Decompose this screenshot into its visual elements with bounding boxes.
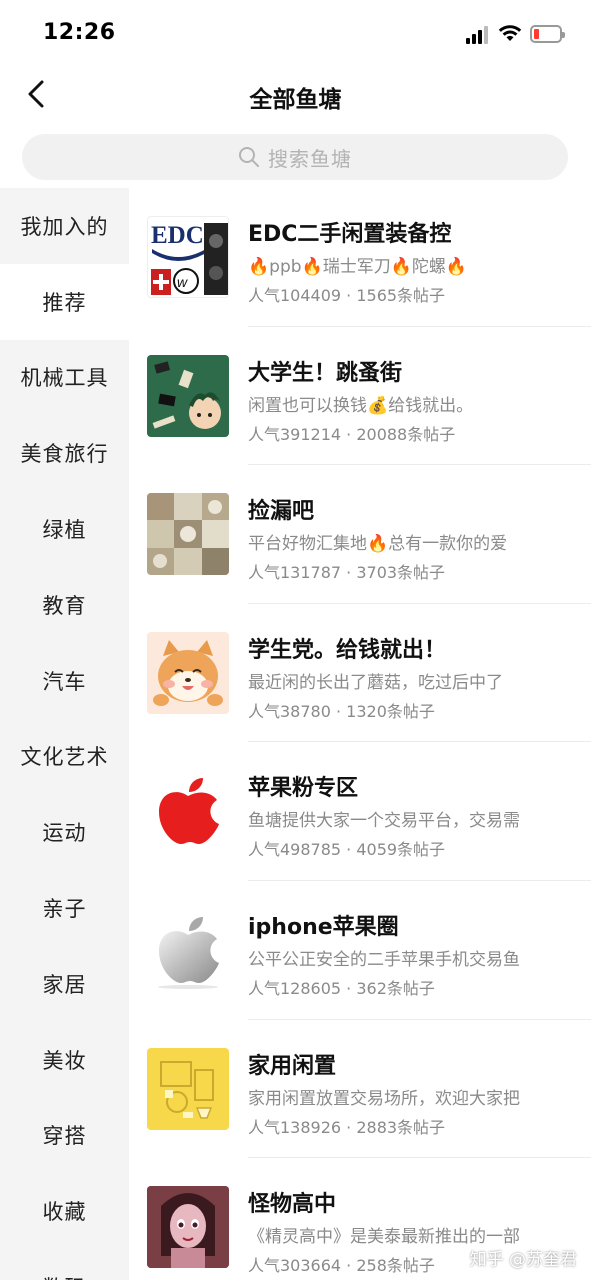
sidebar-item-cars[interactable]: 汽车 xyxy=(0,643,129,719)
pond-description: 家用闲置放置交易场所，欢迎大家把 xyxy=(248,1088,520,1109)
pond-stats: 人气391214 · 20088条帖子 xyxy=(248,424,456,444)
sidebar-item-joined[interactable]: 我加入的 xyxy=(0,188,129,264)
status-bar: 12:26 xyxy=(0,0,591,66)
sidebar-item-food-travel[interactable]: 美食旅行 xyxy=(0,415,129,491)
sidebar-item-mechanical-tools[interactable]: 机械工具 xyxy=(0,340,129,416)
sidebar-item-sports[interactable]: 运动 xyxy=(0,794,129,870)
pond-description: 最近闲的长出了蘑菇，吃过后中了 xyxy=(248,672,503,693)
pond-stats: 人气303664 · 258条帖子 xyxy=(248,1256,435,1276)
sidebar-item-label: 数码 xyxy=(43,1272,87,1280)
pond-stats: 人气128605 · 362条帖子 xyxy=(248,978,435,998)
sidebar-item-fashion[interactable]: 穿搭 xyxy=(0,1098,129,1174)
list-item[interactable]: iphone苹果圈 公平公正安全的二手苹果手机交易鱼 人气128605 · 36… xyxy=(129,881,591,1020)
pond-title: 大学生！跳蚤街 xyxy=(248,360,403,386)
sidebar-item-culture-art[interactable]: 文化艺术 xyxy=(0,719,129,795)
svg-text:EDC: EDC xyxy=(151,222,204,249)
sidebar-item-plants[interactable]: 绿植 xyxy=(0,491,129,567)
pond-thumbnail xyxy=(147,1186,229,1269)
pond-thumbnail xyxy=(147,1047,229,1130)
sidebar-item-digital[interactable]: 数码 xyxy=(0,1249,129,1280)
sidebar-item-education[interactable]: 教育 xyxy=(0,567,129,643)
pond-thumbnail: EDC w xyxy=(147,216,229,298)
sidebar-item-label: 家居 xyxy=(42,972,87,997)
wifi-icon xyxy=(498,25,522,41)
pond-thumbnail xyxy=(147,908,229,991)
sidebar-item-label: 文化艺术 xyxy=(20,745,109,770)
search-icon xyxy=(239,147,259,167)
search-placeholder: 搜索鱼塘 xyxy=(268,146,352,171)
sidebar-item-label: 运动 xyxy=(42,821,87,846)
sidebar-item-label: 穿搭 xyxy=(42,1124,87,1149)
sidebar-item-home[interactable]: 家居 xyxy=(0,946,129,1022)
list-item[interactable]: 学生党。给钱就出！ 最近闲的长出了蘑菇，吃过后中了 人气38780 · 1320… xyxy=(129,604,591,743)
sidebar-item-label: 汽车 xyxy=(42,669,87,694)
pond-title: 家用闲置 xyxy=(248,1053,337,1079)
sidebar-item-label: 机械工具 xyxy=(20,366,109,391)
pond-description: 🔥ppb🔥瑞士军刀🔥陀螺🔥 xyxy=(248,257,468,277)
search-input[interactable]: 搜索鱼塘 xyxy=(22,134,568,180)
sidebar-item-label: 推荐 xyxy=(42,290,87,315)
nav-bar: 全部鱼塘 xyxy=(0,66,591,124)
pond-stats: 人气38780 · 1320条帖子 xyxy=(248,701,435,721)
pond-thumbnail xyxy=(147,354,229,437)
pond-description: 鱼塘提供大家一个交易平台，交易需 xyxy=(248,811,520,832)
sidebar-item-label: 收藏 xyxy=(42,1200,87,1225)
pond-thumbnail xyxy=(147,631,229,714)
pond-description: 《精灵高中》是美泰最新推出的一部 xyxy=(248,1227,520,1248)
pond-title: 怪物高中 xyxy=(248,1192,337,1218)
pond-title: iphone苹果圈 xyxy=(248,914,399,940)
sidebar-item-collectibles[interactable]: 收藏 xyxy=(0,1173,129,1249)
svg-text:w: w xyxy=(177,274,188,290)
category-sidebar: 我加入的 推荐 机械工具 美食旅行 绿植 教育 汽车 文化艺术 运动 亲子 家居… xyxy=(0,188,129,1280)
sidebar-item-label: 美妆 xyxy=(42,1048,87,1073)
list-item[interactable]: 大学生！跳蚤街 闲置也可以换钱💰给钱就出。 人气391214 · 20088条帖… xyxy=(129,327,591,466)
pond-stats: 人气138926 · 2883条帖子 xyxy=(248,1117,446,1137)
pond-description: 闲置也可以换钱💰给钱就出。 xyxy=(248,395,474,416)
battery-icon xyxy=(530,25,565,43)
sidebar-item-label: 教育 xyxy=(42,593,87,618)
pond-title: 苹果粉专区 xyxy=(248,776,359,802)
pond-description: 公平公正安全的二手苹果手机交易鱼 xyxy=(248,949,520,970)
list-item[interactable]: 苹果粉专区 鱼塘提供大家一个交易平台，交易需 人气498785 · 4059条帖… xyxy=(129,742,591,881)
sidebar-item-label: 我加入的 xyxy=(20,214,109,239)
list-item[interactable]: EDC w EDC二手闲置装备控 🔥ppb🔥瑞士军刀🔥陀螺🔥 人气104409 … xyxy=(129,188,591,327)
list-item[interactable]: 捡漏吧 平台好物汇集地🔥总有一款你的爱 人气131787 · 3703条帖子 xyxy=(129,465,591,604)
pond-thumbnail xyxy=(147,770,229,853)
pond-stats: 人气498785 · 4059条帖子 xyxy=(248,840,446,860)
cellular-signal-icon xyxy=(466,26,492,44)
list-item[interactable]: 家用闲置 家用闲置放置交易场所，欢迎大家把 人气138926 · 2883条帖子 xyxy=(129,1020,591,1159)
pond-thumbnail xyxy=(147,493,229,576)
pond-description: 平台好物汇集地🔥总有一款你的爱 xyxy=(248,534,508,555)
page-title: 全部鱼塘 xyxy=(249,87,342,113)
pond-list: EDC w EDC二手闲置装备控 🔥ppb🔥瑞士军刀🔥陀螺🔥 人气104409 … xyxy=(129,188,591,1280)
pond-stats: 人气131787 · 3703条帖子 xyxy=(248,563,446,583)
sidebar-item-parenting[interactable]: 亲子 xyxy=(0,870,129,946)
status-time: 12:26 xyxy=(43,20,116,45)
pond-stats: 人气104409 · 1565条帖子 xyxy=(248,286,446,305)
pond-title: EDC二手闲置装备控 xyxy=(248,222,452,247)
pond-title: 学生党。给钱就出！ xyxy=(248,637,447,663)
sidebar-item-recommended[interactable]: 推荐 xyxy=(0,263,129,340)
pond-title: 捡漏吧 xyxy=(248,499,315,525)
sidebar-item-label: 绿植 xyxy=(42,518,87,543)
watermark: 知乎 @苏奎君 xyxy=(469,1250,577,1270)
sidebar-item-beauty[interactable]: 美妆 xyxy=(0,1022,129,1098)
sidebar-item-label: 亲子 xyxy=(42,897,87,922)
sidebar-item-label: 美食旅行 xyxy=(20,442,109,467)
